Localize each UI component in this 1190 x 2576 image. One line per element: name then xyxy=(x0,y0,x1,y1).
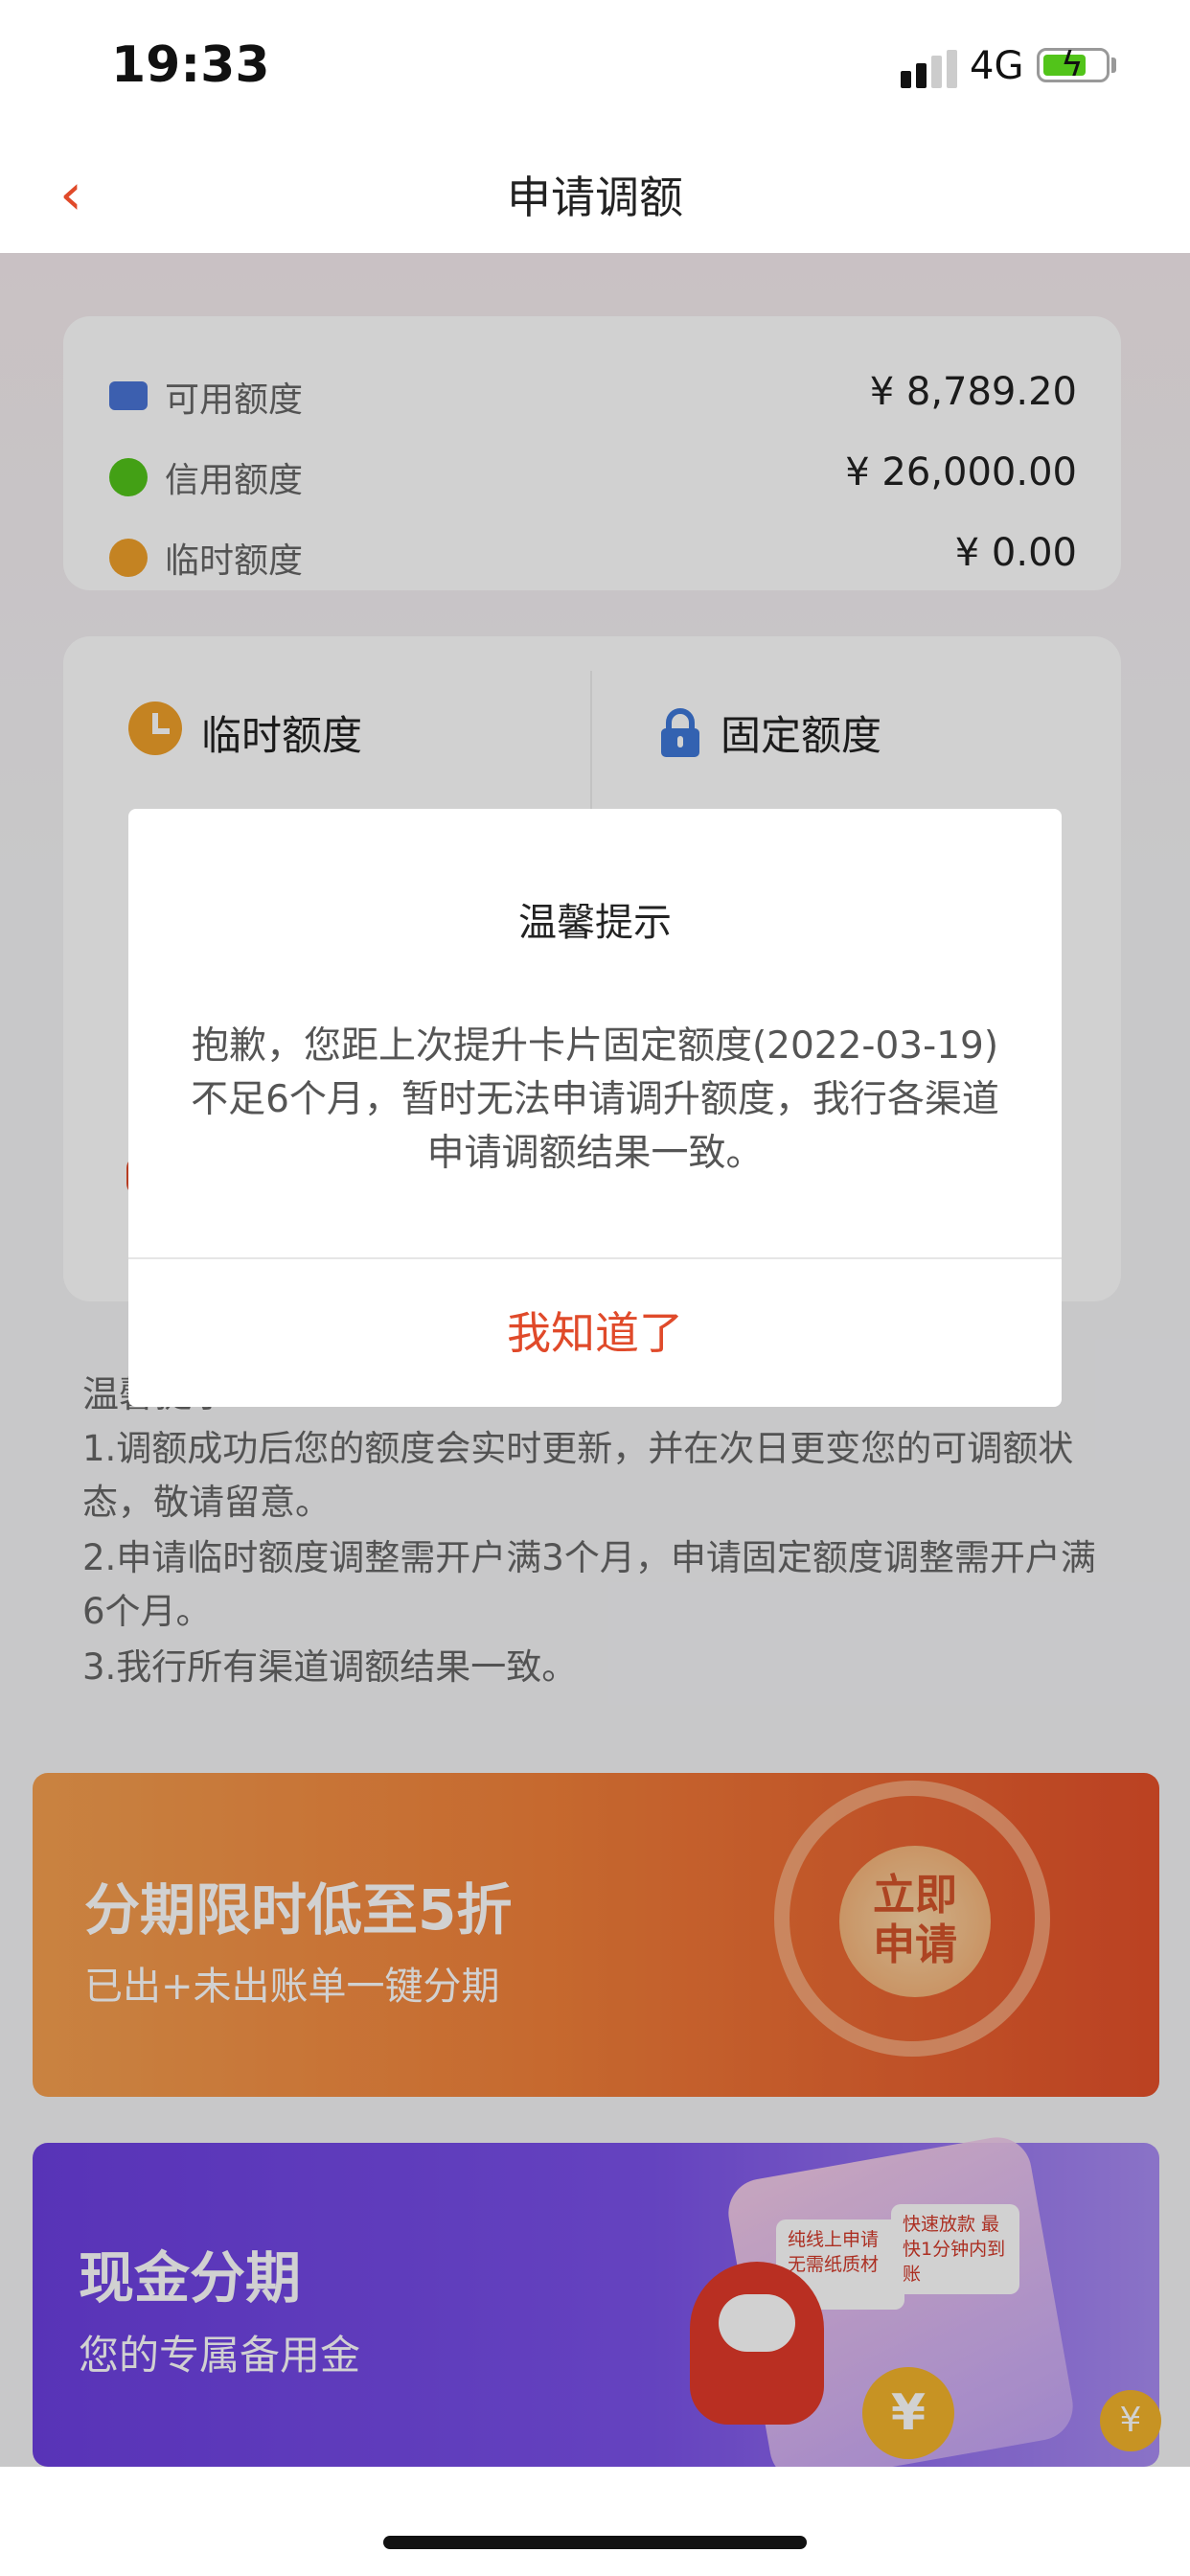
battery-icon: ϟ xyxy=(1037,45,1110,84)
page-title: 申请调额 xyxy=(507,172,683,223)
bottom-area xyxy=(0,2467,1190,2576)
network-type: 4G xyxy=(970,44,1024,88)
battery-tip xyxy=(1111,58,1116,73)
dialog-title: 温馨提示 xyxy=(518,901,672,945)
signal-icon xyxy=(901,50,958,88)
dialog-message: 抱歉，您距上次提升卡片固定额度(2022-03-19)不足6个月，暂时无法申请调… xyxy=(191,1024,999,1175)
confirm-button[interactable]: 我知道了 xyxy=(128,1259,1062,1407)
status-time: 19:33 xyxy=(111,36,270,94)
home-indicator[interactable] xyxy=(383,2536,807,2549)
